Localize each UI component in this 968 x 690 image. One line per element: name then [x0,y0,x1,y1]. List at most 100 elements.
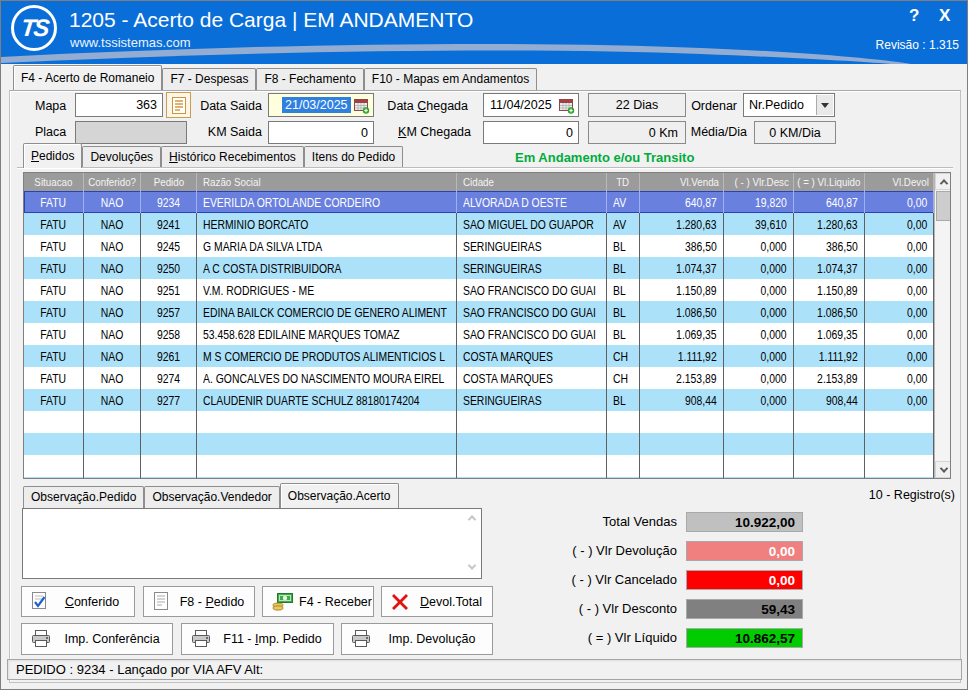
cell-td [607,433,640,455]
cell-conferido: NAO [84,389,141,411]
cell-vlr_desc: 0,000 [724,279,794,301]
cell-situacao: FATU [24,367,84,389]
tab-f8-fechamento[interactable]: F8 - Fechamento [256,68,363,90]
tab-pedidos[interactable]: Pedidos [23,143,82,168]
tab-historico-recebimentos[interactable]: Histórico Recebimentos [161,146,304,168]
table-empty-row[interactable] [24,433,934,455]
cell-situacao: FATU [24,301,84,323]
table-row[interactable]: FATUNAO9251V.M. RODRIGUES - MESAO FRANCI… [24,279,934,301]
conferido-button[interactable]: Conferido [21,586,135,617]
vlr-cancelado-label: ( - ) Vlr Cancelado [431,572,677,587]
table-row[interactable]: FATUNAO9234EVERILDA ORTOLANDE CORDEIROAL… [24,191,934,213]
cell-vlr_desc: 0,000 [724,367,794,389]
table-row[interactable]: FATUNAO9245G MARIA DA SILVA LTDASERINGUE… [24,235,934,257]
cell-razao_social: EDINA BAILCK COMERCIO DE GENERO ALIMENT [197,301,457,323]
f8-pedido-button[interactable]: F8 - Pedido [143,586,255,617]
cell-conferido [84,455,141,477]
tab-observacao-vendedor[interactable]: Observação.Vendedor [144,486,279,508]
table-row[interactable]: FATUNAO9250A C COSTA DISTRIBUIDORASERING… [24,257,934,279]
column-header-vl_liquido[interactable]: ( = ) Vl.Liquido [794,173,865,191]
cell-cidade: SERINGUEIRAS [457,389,607,411]
cell-cidade: SERINGUEIRAS [457,235,607,257]
obs-tabstrip: Observação.Pedido Observação.Vendedor Ob… [23,486,399,508]
placa-label: Placa [35,125,66,139]
table-row[interactable]: FATUNAO9277CLAUDENIR DUARTE SCHULZ 88180… [24,389,934,411]
revision-label: Revisão : 1.315 [876,38,959,52]
cell-situacao: FATU [24,389,84,411]
help-button[interactable]: ? [909,6,919,26]
cell-vl_liquido: 640,87 [794,191,865,213]
tab-itens-do-pedido[interactable]: Itens do Pedido [304,146,403,168]
column-header-razao_social[interactable]: Razão Social [197,173,457,191]
cell-razao_social [197,411,457,433]
cell-razao_social: M S COMERCIO DE PRODUTOS ALIMENTICIOS L [197,345,457,367]
cell-vl_venda [640,411,724,433]
close-button[interactable]: X [939,6,950,26]
vlr-desconto-value: 59,43 [686,599,803,619]
column-header-td[interactable]: TD [607,173,640,191]
table-row[interactable]: FATUNAO9257EDINA BAILCK COMERCIO DE GENE… [24,301,934,323]
cell-cidade: ALVORADA D OESTE [457,191,607,213]
scroll-up-button[interactable] [935,173,951,190]
tab-devolucoes[interactable]: Devoluções [82,146,161,168]
total-vendas-label: Total Vendas [431,514,677,529]
cell-vl_liquido [794,433,865,455]
tab-f10-mapas-em-andamentos[interactable]: F10 - Mapas em Andamentos [364,68,537,90]
km-chegada-input[interactable]: 0 [483,121,579,144]
cell-td: BL [607,389,640,411]
printer-icon [31,630,51,648]
column-header-conferido[interactable]: Conferido? [84,173,141,191]
table-row[interactable]: FATUNAO9261M S COMERCIO DE PRODUTOS ALIM… [24,345,934,367]
table-row[interactable]: FATUNAO9241HERMINIO BORCATOSAO MIGUEL DO… [24,213,934,235]
cell-td [607,411,640,433]
observacao-textarea[interactable] [22,508,482,579]
column-header-vlr_desc[interactable]: ( - ) Vlr.Desc [724,173,794,191]
cell-cidade [457,433,607,455]
ordenar-select[interactable]: Nr.Pedido [743,93,835,117]
vertical-scrollbar[interactable] [934,173,950,478]
cell-cidade: SAO MIGUEL DO GUAPOR [457,213,607,235]
cell-vl_liquido: 1.074,37 [794,257,865,279]
dropdown-arrow-icon[interactable] [816,95,833,115]
cell-vl_venda [640,455,724,477]
cell-situacao: FATU [24,191,84,213]
printer-icon [351,630,371,648]
table-empty-row[interactable] [24,477,934,479]
calendar-icon[interactable] [559,98,575,117]
cell-td: BL [607,301,640,323]
cell-vl_venda: 908,44 [640,389,724,411]
scroll-down-button[interactable] [935,461,951,478]
f4-receber-button[interactable]: F4 - Receber [262,586,374,617]
cell-vl_venda: 1.086,50 [640,301,724,323]
scrollbar-thumb[interactable] [936,191,951,221]
column-header-pedido[interactable]: Pedido [141,173,197,191]
cell-vlr_desc: 0,000 [724,389,794,411]
data-chegada-input[interactable]: 11/04/2025 [483,93,579,117]
textarea-scroll-down-icon[interactable] [468,561,476,569]
imp-conferencia-button[interactable]: Imp. Conferência [21,623,173,655]
tab-observacao-acerto[interactable]: Observação.Acerto [280,483,399,508]
column-header-situacao[interactable]: Situacao [24,173,84,191]
cell-conferido: NAO [84,257,141,279]
cell-cidade [457,411,607,433]
cell-conferido [84,433,141,455]
column-header-cidade[interactable]: Cidade [457,173,607,191]
column-header-vl_devol[interactable]: Vl.Devol [865,173,934,191]
cell-vl_devol: 0,00 [865,257,934,279]
table-empty-row[interactable] [24,455,934,477]
cell-vl_liquido: 2.153,89 [794,367,865,389]
cell-conferido: NAO [84,301,141,323]
cell-td: CH [607,345,640,367]
tab-f4-acerto-de-romaneio[interactable]: F4 - Acerto de Romaneio [13,65,162,90]
cell-razao_social: A C COSTA DISTRIBUIDORA [197,257,457,279]
cell-situacao [24,411,84,433]
table-empty-row[interactable] [24,411,934,433]
cell-vl_devol [865,411,934,433]
f11-imp-pedido-button[interactable]: F11 - Imp. Pedido [181,623,334,655]
cell-razao_social: V.M. RODRIGUES - ME [197,279,457,301]
table-row[interactable]: FATUNAO925853.458.628 EDILAINE MARQUES T… [24,323,934,345]
tab-observacao-pedido[interactable]: Observação.Pedido [23,486,144,508]
column-header-vl_venda[interactable]: Vl.Venda [640,173,724,191]
tab-f7-despesas[interactable]: F7 - Despesas [162,68,256,90]
table-row[interactable]: FATUNAO9274A. GONCALVES DO NASCIMENTO MO… [24,367,934,389]
